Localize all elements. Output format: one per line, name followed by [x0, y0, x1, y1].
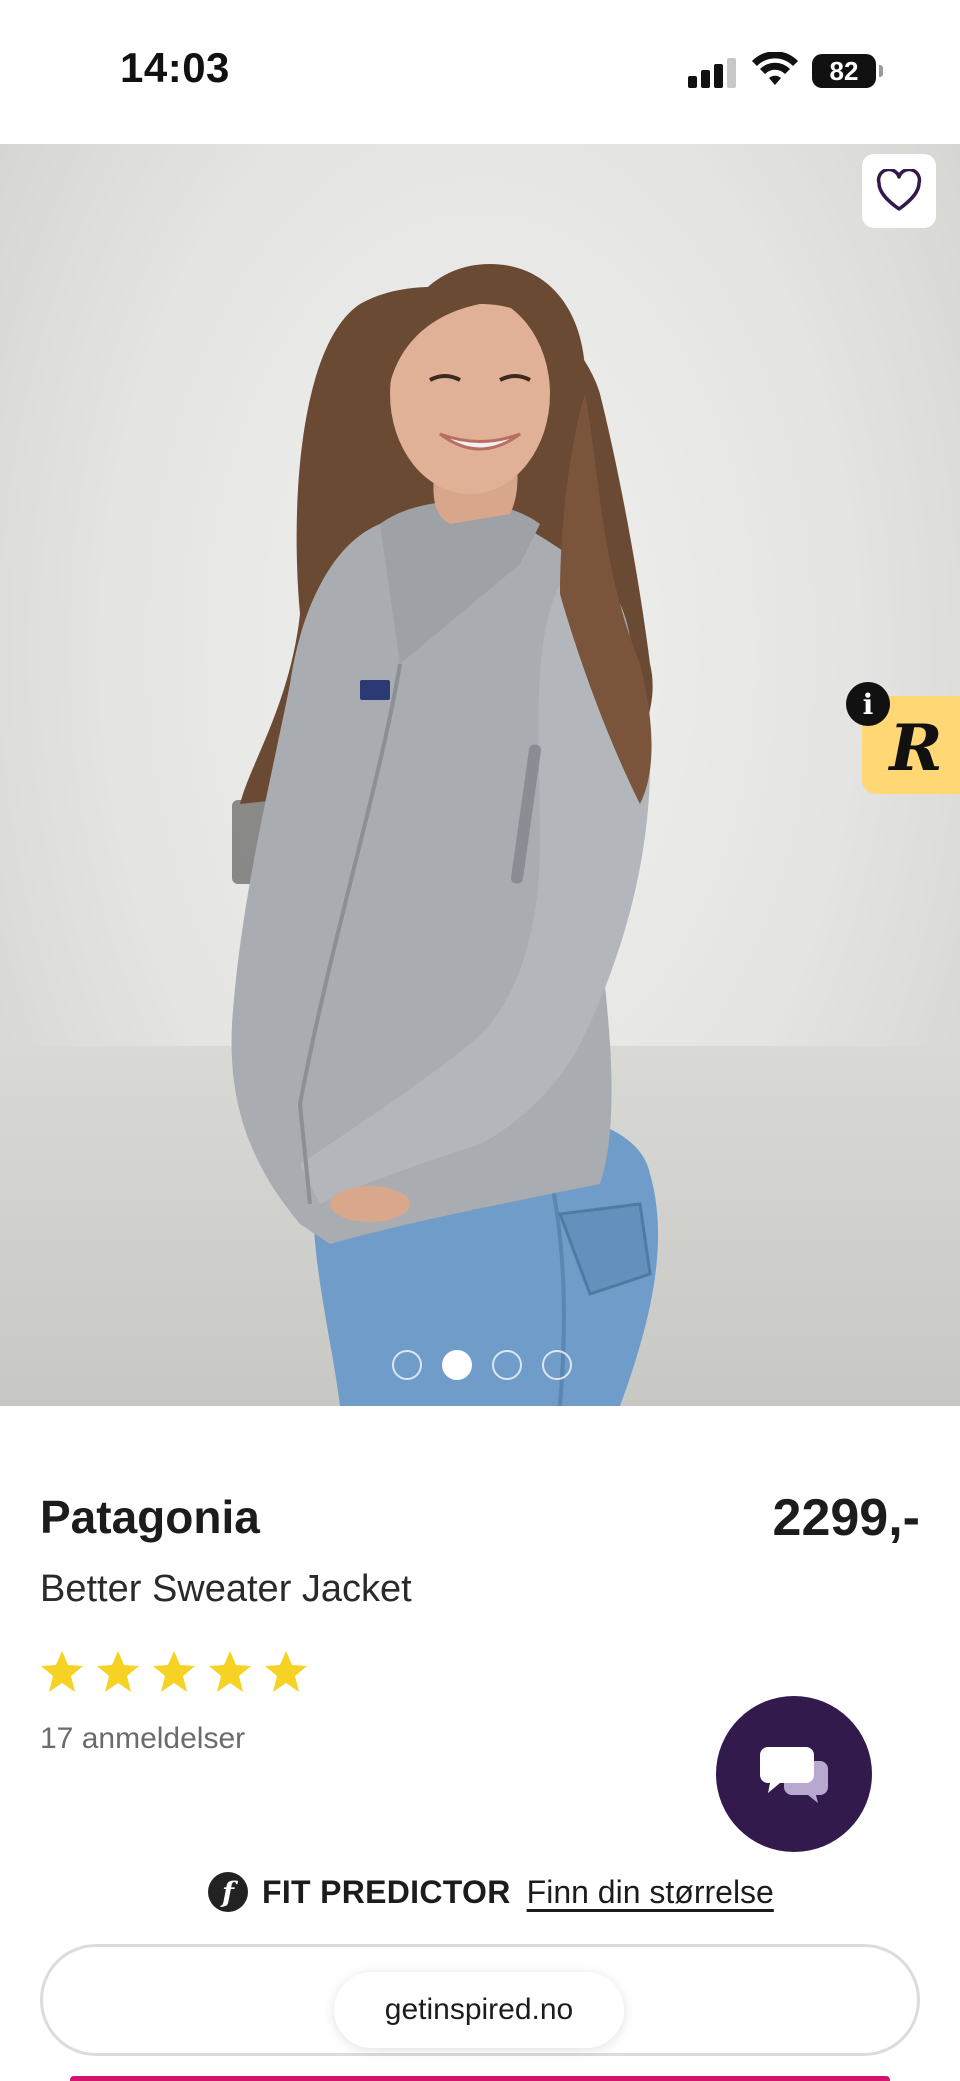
- add-to-cart-button[interactable]: [70, 2076, 890, 2081]
- cellular-signal-icon: [688, 58, 736, 88]
- star-icon: [41, 1651, 83, 1692]
- star-icon: [265, 1651, 307, 1692]
- product-photo: [231, 264, 659, 1406]
- pagination-dot[interactable]: [392, 1350, 422, 1380]
- fit-predictor-icon: f: [208, 1872, 248, 1912]
- fit-predictor-label: FIT PREDICTOR: [262, 1873, 511, 1910]
- product-price: 2299,-: [772, 1489, 920, 1547]
- product-brand[interactable]: Patagonia: [40, 1490, 260, 1544]
- rating-stars[interactable]: [38, 1648, 310, 1696]
- pagination-dot-active[interactable]: [442, 1350, 472, 1380]
- wifi-icon: [752, 52, 798, 85]
- star-icon: [153, 1651, 195, 1692]
- product-image-gallery[interactable]: R i: [0, 144, 960, 1406]
- battery-icon: 82: [812, 54, 883, 88]
- chat-bubbles-icon: [760, 1747, 828, 1803]
- fit-icon-letter: f: [221, 1875, 235, 1909]
- info-icon-label: i: [862, 687, 874, 721]
- url-text: getinspired.no: [384, 1993, 574, 2026]
- browser-url-bar[interactable]: getinspired.no: [334, 1972, 624, 2048]
- battery-level: 82: [829, 55, 859, 86]
- find-size-link[interactable]: Finn din størrelse: [527, 1874, 774, 1911]
- fit-predictor[interactable]: f FIT PREDICTOR Finn din størrelse: [208, 1872, 774, 1912]
- favorite-button[interactable]: [862, 154, 936, 228]
- product-name: Better Sweater Jacket: [40, 1568, 412, 1610]
- pagination-dot[interactable]: [542, 1350, 572, 1380]
- pagination-dot[interactable]: [492, 1350, 522, 1380]
- star-icon: [209, 1651, 251, 1692]
- gallery-pagination: [392, 1350, 572, 1380]
- chat-button[interactable]: [716, 1696, 872, 1852]
- star-icon: [97, 1651, 139, 1692]
- status-time: 14:03: [120, 44, 230, 91]
- badge-letter: R: [889, 710, 943, 786]
- info-icon[interactable]: i: [846, 682, 890, 726]
- status-bar: 14:03 82: [0, 0, 960, 144]
- review-count[interactable]: 17 anmeldelser: [40, 1722, 245, 1756]
- heart-outline-icon: [876, 169, 922, 211]
